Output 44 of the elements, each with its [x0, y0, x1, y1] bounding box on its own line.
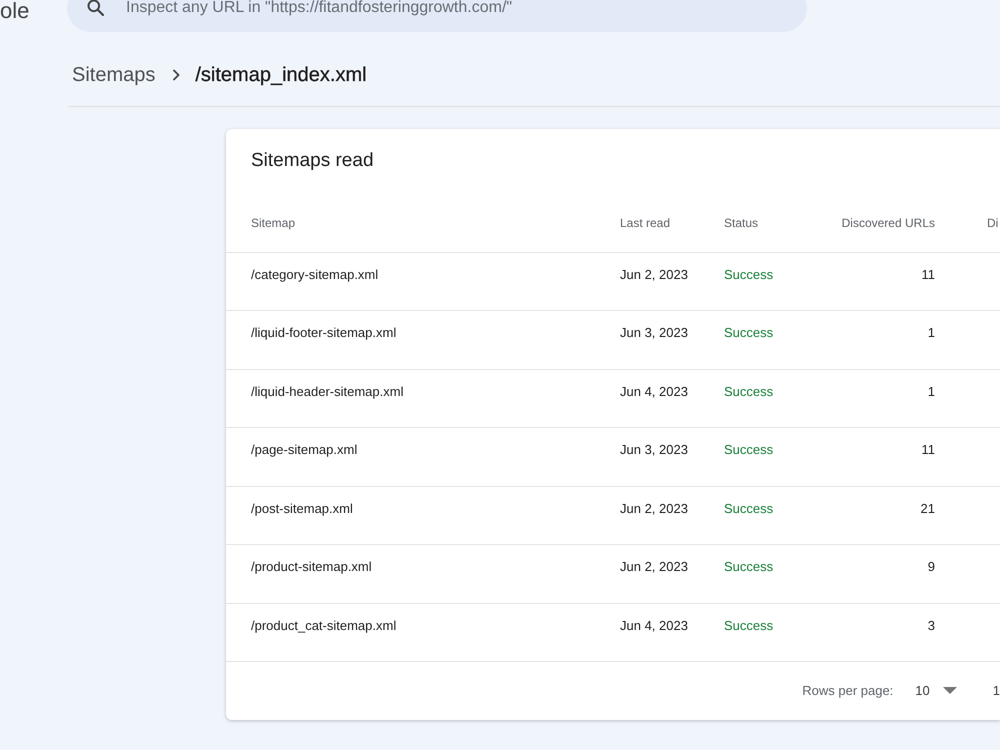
status-cell: Success	[724, 324, 774, 342]
card-title: Sitemaps read	[250, 149, 375, 173]
date-cell: Jun 4, 2023	[620, 616, 688, 635]
date-cell: Jun 4, 2023	[620, 382, 688, 401]
breadcrumb-link[interactable]: Sitemaps	[72, 60, 156, 88]
date-cell: Jun 2, 2023	[620, 266, 688, 284]
sitemap-cell: /liquid-header-sitemap.xml	[251, 382, 404, 401]
status-cell: Success	[724, 441, 774, 460]
chevron-icon	[172, 68, 180, 80]
search-icon	[87, 0, 104, 16]
column-header[interactable]: Di	[935, 214, 998, 230]
sitemap-cell: /post-sitemap.xml	[251, 500, 353, 518]
column-header[interactable]: Last read	[620, 214, 670, 230]
count-cell: 11	[922, 266, 935, 284]
count-cell: 1	[928, 382, 935, 401]
column-header[interactable]: Status	[724, 214, 758, 230]
logo-text: ole	[0, 0, 30, 22]
sitemap-cell: /category-sitemap.xml	[251, 266, 378, 284]
column-header[interactable]: Discovered URLs	[842, 214, 935, 230]
date-cell: Jun 2, 2023	[620, 558, 688, 576]
page-range-text: 1	[992, 683, 1000, 698]
status-cell: Success	[724, 558, 774, 576]
date-cell: Jun 2, 2023	[620, 500, 688, 518]
status-cell: Success	[724, 500, 774, 518]
sitemap-cell: /product-sitemap.xml	[251, 558, 372, 576]
status-cell: Success	[724, 382, 774, 401]
count-cell: 1	[928, 324, 935, 342]
breadcrumb-current: /sitemap_index.xml	[195, 62, 367, 88]
search-field[interactable]: Inspect any URL in "https://fitandfosteringgrowth.com/"	[67, 0, 807, 32]
column-header[interactable]: Sitemap	[251, 214, 296, 230]
sitemap-cell: /page-sitemap.xml	[251, 441, 358, 460]
sitemap-cell: /product_cat-sitemap.xml	[251, 616, 396, 635]
rows-per-page-select[interactable]: 10	[915, 683, 957, 698]
count-cell: 3	[928, 616, 935, 635]
count-cell: 11	[922, 441, 935, 460]
status-cell: Success	[724, 616, 774, 635]
rows-per-page-label: Rows per page:	[802, 683, 894, 698]
count-cell: 21	[920, 500, 935, 518]
count-cell: 9	[928, 558, 935, 576]
status-cell: Success	[724, 266, 774, 284]
date-cell: Jun 3, 2023	[620, 324, 688, 342]
caret-icon	[942, 687, 957, 694]
sitemap-cell: /liquid-footer-sitemap.xml	[251, 324, 396, 342]
date-cell: Jun 3, 2023	[620, 441, 688, 460]
